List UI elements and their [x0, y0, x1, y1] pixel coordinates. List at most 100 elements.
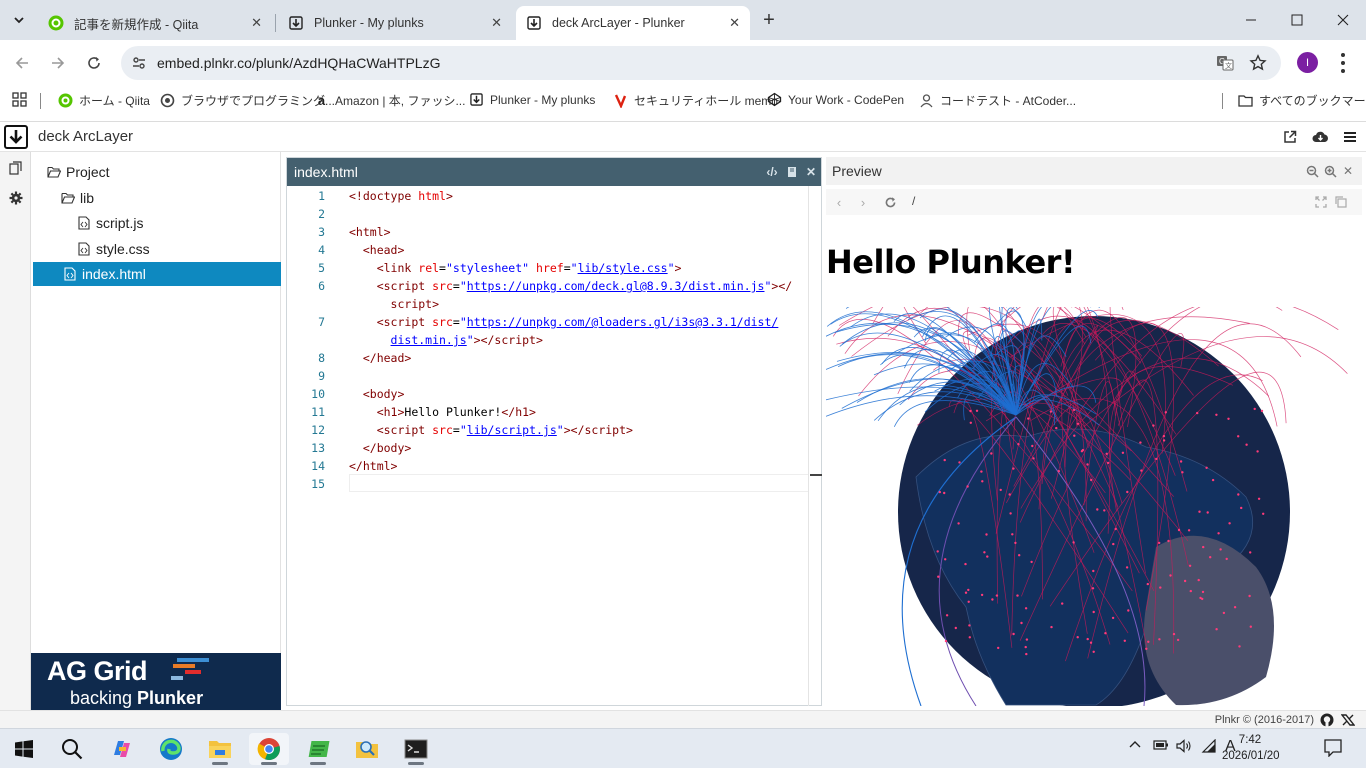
- plunker-logo[interactable]: [4, 125, 28, 149]
- refresh-icon[interactable]: [881, 193, 899, 211]
- side-rail: [0, 152, 31, 710]
- tree-node-script-js[interactable]: script.js: [77, 211, 143, 235]
- code-editor[interactable]: index.html ‹/› ✕ 1 2 3 4 5 6 7 8 9 10 11 12 13 14 15 <…: [286, 157, 822, 706]
- minimize-button[interactable]: [1228, 8, 1274, 32]
- city-dot: [1032, 457, 1035, 460]
- back-button[interactable]: [10, 51, 34, 75]
- copilot-app[interactable]: [102, 733, 142, 765]
- city-dot: [1072, 408, 1076, 412]
- code-icon[interactable]: ‹/›: [765, 165, 779, 179]
- copy-icon[interactable]: [1332, 193, 1350, 211]
- taskbar-clock[interactable]: 7:42 2026/01/20: [1222, 732, 1280, 764]
- city-dot: [943, 491, 946, 495]
- tree-node-index-html[interactable]: index.html: [33, 262, 281, 286]
- close-window-button[interactable]: [1320, 8, 1366, 32]
- folder-open-icon: [47, 165, 61, 179]
- line-number: 4: [318, 243, 325, 257]
- city-dot: [1189, 589, 1192, 593]
- close-icon[interactable]: ✕: [1340, 163, 1356, 179]
- zoom-in-icon[interactable]: [1322, 163, 1338, 179]
- city-dot: [1012, 467, 1015, 470]
- city-dot: [1086, 637, 1089, 641]
- zoom-out-icon[interactable]: [1304, 163, 1320, 179]
- address-bar[interactable]: embed.plnkr.co/plunk/AzdHQHaCWaHTPLzG G文: [121, 46, 1281, 80]
- clock-time: 7:42: [1238, 734, 1262, 746]
- chevron-left-icon[interactable]: ‹: [830, 193, 848, 211]
- city-dot: [1140, 469, 1143, 472]
- city-dot: [1228, 522, 1231, 525]
- tab-my-plunks[interactable]: Plunker - My plunks ✕: [278, 6, 512, 40]
- battery-icon[interactable]: [1153, 739, 1169, 754]
- edge-app[interactable]: [151, 733, 191, 765]
- bookmark-codepen[interactable]: Your Work - CodePen: [767, 92, 904, 107]
- line-numbers: 1 2 3 4 5 6 7 8 9 10 11 12 13 14 15: [287, 186, 337, 706]
- tab-search-button[interactable]: [8, 10, 30, 30]
- new-tab-button[interactable]: +: [758, 9, 780, 31]
- all-bookmarks-button[interactable]: すべてのブックマーク: [1238, 92, 1366, 109]
- tab-qiita[interactable]: 記事を新規作成 - Qiita ✕: [38, 6, 272, 40]
- search-button[interactable]: [52, 733, 92, 765]
- city-dot: [968, 636, 971, 639]
- close-icon[interactable]: ✕: [729, 15, 740, 31]
- volume-icon[interactable]: [1176, 739, 1192, 756]
- download-button[interactable]: [1311, 128, 1329, 146]
- tree-node-lib[interactable]: lib: [61, 186, 94, 210]
- github-icon[interactable]: [1320, 713, 1334, 727]
- editor-scrollbar[interactable]: [808, 186, 822, 706]
- arc-layer-globe-map[interactable]: [826, 307, 1362, 706]
- line-number: 7: [318, 315, 325, 329]
- profile-avatar[interactable]: I: [1297, 52, 1318, 73]
- city-dot: [1169, 574, 1172, 577]
- expand-icon[interactable]: [1312, 193, 1330, 211]
- tree-node-project[interactable]: Project: [47, 160, 110, 184]
- book-icon[interactable]: [785, 165, 799, 179]
- open-external-button[interactable]: [1281, 128, 1299, 146]
- notification-icon[interactable]: [1324, 739, 1342, 760]
- city-dot: [957, 522, 960, 525]
- bookmark-atcoder[interactable]: コードテスト - AtCoder...: [919, 92, 1076, 109]
- city-dot: [1167, 539, 1170, 543]
- close-icon[interactable]: ✕: [251, 15, 262, 31]
- bookmark-qiita[interactable]: ホーム - Qiita: [58, 92, 150, 109]
- reload-button[interactable]: [82, 51, 106, 75]
- ag-grid-banner[interactable]: AG Grid backing Plunker: [31, 653, 281, 710]
- apps-button[interactable]: [12, 92, 27, 107]
- bookmark-amazon[interactable]: a Amazon | 本, ファッシ...: [314, 92, 466, 109]
- site-info-icon[interactable]: [131, 55, 147, 71]
- search-tool-app[interactable]: [347, 733, 387, 765]
- city-dot: [1106, 461, 1110, 465]
- maximize-button[interactable]: [1274, 8, 1320, 32]
- gear-icon[interactable]: [8, 190, 23, 205]
- notepad-app[interactable]: [298, 733, 338, 765]
- bookmark-memo[interactable]: セキュリティホール memo: [613, 92, 778, 109]
- chevron-right-icon[interactable]: ›: [854, 193, 872, 211]
- menu-button[interactable]: [1341, 128, 1359, 146]
- code-content[interactable]: <!doctype html> <html> <head> <link rel=…: [349, 186, 809, 706]
- terminal-app[interactable]: [396, 733, 436, 765]
- file-explorer-app[interactable]: [200, 733, 240, 765]
- close-icon[interactable]: ✕: [491, 15, 502, 31]
- twitter-icon[interactable]: [1340, 713, 1356, 727]
- bookmark-label: コードテスト - AtCoder...: [940, 94, 1077, 108]
- translate-icon[interactable]: G文: [1216, 54, 1234, 72]
- city-dot: [1073, 434, 1076, 437]
- close-icon[interactable]: ✕: [804, 165, 818, 179]
- bookmark-paiza[interactable]: ブラウザでプログラミング...: [160, 92, 335, 109]
- city-dot: [1080, 450, 1084, 453]
- files-icon[interactable]: [8, 160, 23, 175]
- bookmarks-bar: ホーム - Qiita ブラウザでプログラミング... a Amazon | 本…: [0, 86, 1366, 116]
- city-dot: [1105, 452, 1108, 455]
- bookmark-star-icon[interactable]: [1249, 54, 1267, 72]
- wifi-icon[interactable]: [1201, 738, 1217, 756]
- menu-button[interactable]: [1336, 53, 1350, 73]
- forward-button[interactable]: [46, 51, 70, 75]
- bookmark-plunker[interactable]: Plunker - My plunks: [469, 92, 595, 107]
- city-dot: [1215, 413, 1218, 416]
- tree-node-style-css[interactable]: style.css: [77, 237, 150, 261]
- start-button[interactable]: [4, 733, 44, 765]
- folder-open-icon: [61, 191, 75, 205]
- tab-deck-arclayer[interactable]: deck ArcLayer - Plunker ✕: [516, 6, 750, 40]
- city-dot: [1061, 602, 1064, 605]
- chevron-up-icon[interactable]: [1129, 739, 1141, 754]
- chrome-app[interactable]: [249, 733, 289, 765]
